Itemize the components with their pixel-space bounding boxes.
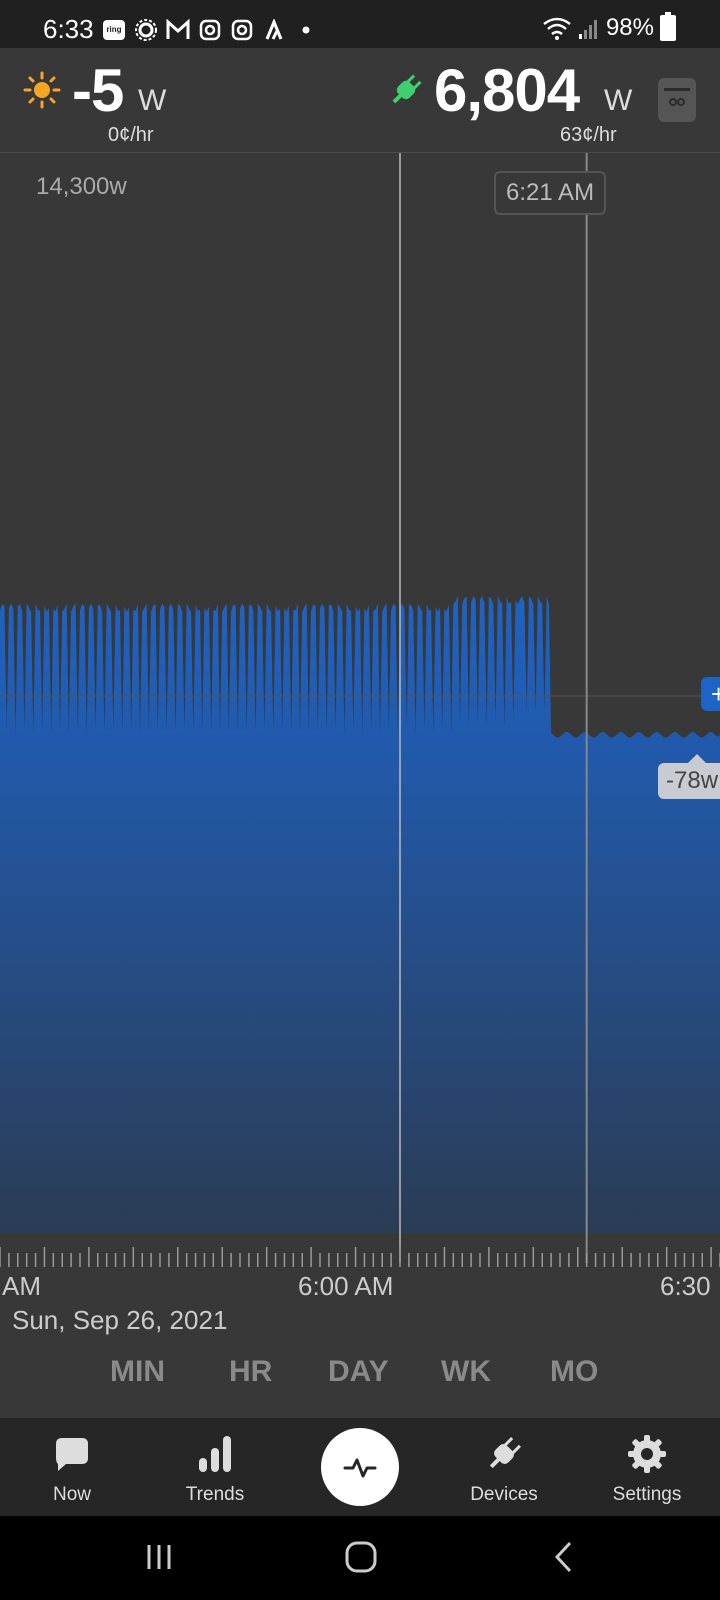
chat-bubble-icon [56,1438,88,1471]
usage-power-value: 6,804 [434,57,580,124]
home-button[interactable] [344,1540,378,1574]
time-axis: AM 6:00 AM 6:30 Sun, Sep 26, 2021 MIN HR… [0,1247,720,1418]
range-tab-mo[interactable]: MO [550,1355,598,1389]
nav-trends[interactable]: Trends [155,1418,275,1516]
status-right: 98% [542,12,676,42]
notification-icons: ring [102,16,318,44]
axis-ticks [0,1247,720,1267]
pulse-icon [343,1458,377,1478]
system-nav [0,1516,720,1600]
recent-apps-button[interactable] [144,1542,174,1572]
usage-rate: 63¢/hr [560,124,617,146]
bottom-nav: Now Trends Devices Settings [0,1418,720,1516]
add-button[interactable]: + [701,677,720,711]
plug-icon [392,74,422,104]
nav-settings[interactable]: Settings [587,1418,707,1516]
signal-icon [578,20,597,39]
meter-icon [664,88,690,106]
gear-icon [628,1435,666,1473]
x-label-start: AM [2,1271,41,1301]
range-tab-day[interactable]: DAY [328,1355,389,1389]
date-label: Sun, Sep 26, 2021 [12,1305,228,1335]
mail-icon [166,18,190,42]
status-time: 6:33 [43,14,94,44]
power-chart-svg[interactable] [0,153,720,1263]
sun-icon [23,71,61,109]
range-tab-min[interactable]: MIN [110,1355,165,1389]
cursor-value-label: -78w [658,754,720,799]
range-tab-wk[interactable]: WK [441,1355,491,1389]
meter-button[interactable] [658,78,696,122]
x-label-mid: 6:00 AM [298,1271,394,1301]
strava-icon [262,18,286,42]
plug-icon [489,1437,521,1469]
x-label-end: 6:30 [660,1271,711,1301]
ring-icon: ring [102,18,126,42]
nav-devices[interactable]: Devices [444,1418,564,1516]
cursor-time-label: 6:21 AM [494,171,607,215]
chart-max-label: 14,300w [36,173,127,200]
power-chart[interactable]: 14,300w 6:21 AM + -78w [0,153,720,1263]
solar-power-unit: W [138,84,167,117]
wifi-icon [543,17,571,40]
nav-now[interactable]: Now [12,1418,132,1516]
bar-chart-icon [199,1436,231,1472]
battery-percent: 98% [605,14,654,41]
sun-gear-icon [134,18,158,42]
solar-power-value: -5 [72,57,124,124]
usage-area [0,595,720,1233]
power-header: -5 W 0¢/hr 6,804 W 63¢/hr [0,48,720,153]
nav-live-button[interactable] [321,1428,399,1506]
battery-icon [660,12,676,41]
usage-power-unit: W [604,84,633,117]
dot-icon [294,18,318,42]
instagram-icon [230,18,254,42]
range-tab-hr[interactable]: HR [229,1355,272,1389]
back-button[interactable] [552,1540,576,1574]
instagram-icon [198,18,222,42]
solar-rate: 0¢/hr [108,124,154,146]
